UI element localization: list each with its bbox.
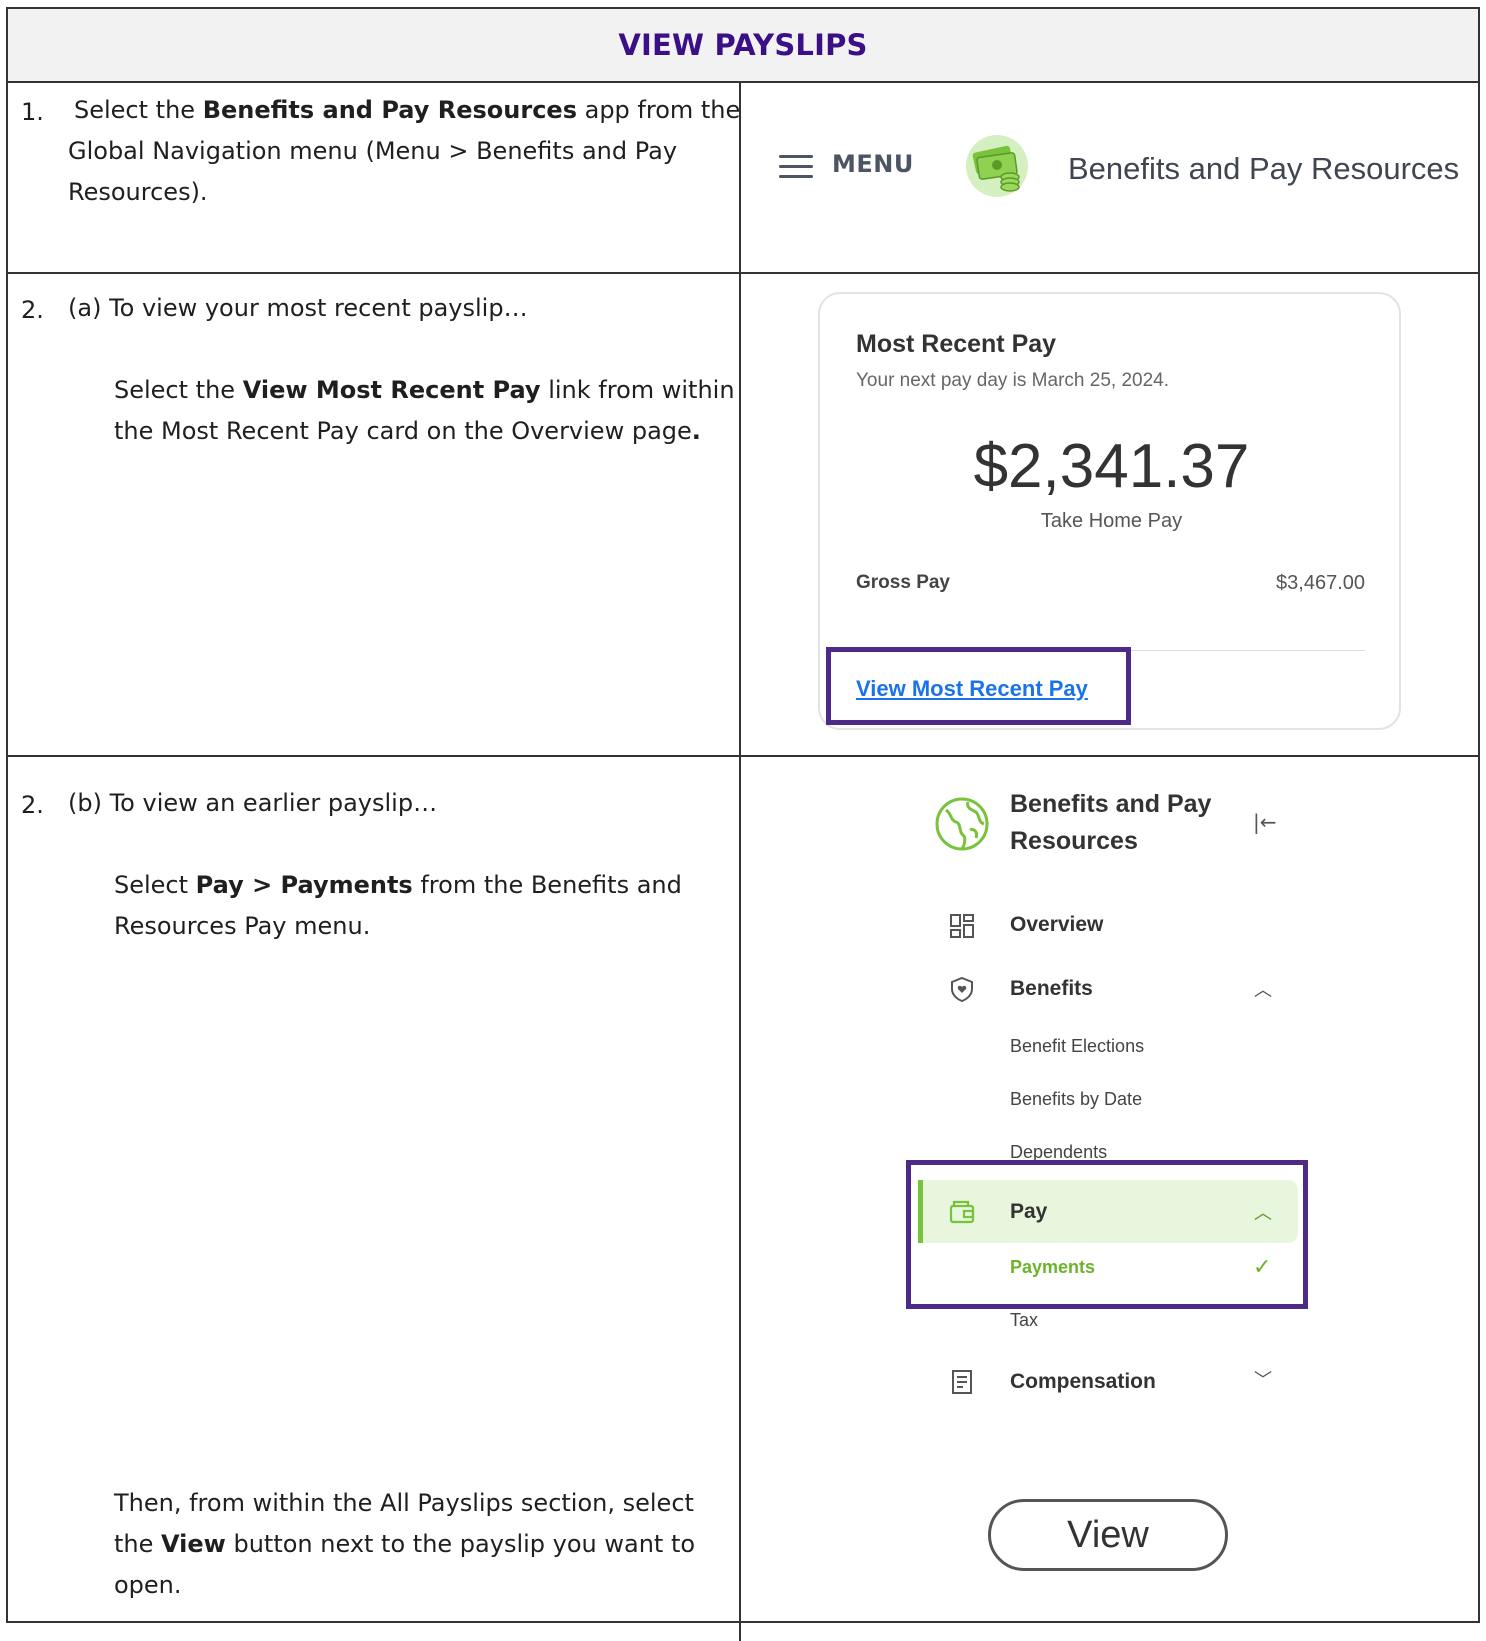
chevron-down-icon[interactable]: ﹀ <box>1254 1366 1272 1392</box>
money-stack-icon <box>966 135 1028 197</box>
step-2a-heading: (a) To view your most recent payslip… <box>68 294 528 322</box>
step-2a-line-2: the Most Recent Pay card on the Overview… <box>114 417 701 445</box>
nav-item-compensation[interactable]: Compensation <box>1010 1370 1156 1394</box>
shield-icon <box>951 976 973 1003</box>
app-title[interactable]: Benefits and Pay Resources <box>1068 151 1459 187</box>
step-2b-then-line-3: open. <box>114 1571 182 1599</box>
gross-pay-value: $3,467.00 <box>1276 572 1365 594</box>
dashboard-icon <box>950 914 974 938</box>
nav-item-benefits[interactable]: Benefits <box>1010 977 1093 1001</box>
title-row: VIEW PAYSLIPS <box>8 9 1478 83</box>
page: VIEW PAYSLIPS 1. Select the Benefits and… <box>0 0 1486 1641</box>
view-button[interactable]: View <box>988 1499 1228 1571</box>
step-1-number: 1. <box>21 98 44 126</box>
step-1-line-3: Resources). <box>68 178 208 206</box>
step-2b-then-line-1: Then, from within the All Payslips secti… <box>114 1489 694 1517</box>
take-home-label: Take Home Pay <box>1040 510 1183 532</box>
step-2a-number: 2. <box>21 296 44 324</box>
card-title: Most Recent Pay <box>856 330 1057 358</box>
collapse-icon[interactable]: |← <box>1253 810 1277 834</box>
globe-icon <box>935 797 989 851</box>
column-divider <box>739 81 741 1641</box>
step-1-line-1: Select the Benefits and Pay Resources ap… <box>74 96 741 124</box>
page-title: VIEW PAYSLIPS <box>618 28 868 62</box>
step-2b-line-1: Select Pay > Payments from the Benefits … <box>114 871 682 899</box>
nav-sub-benefit-elections[interactable]: Benefit Elections <box>1010 1036 1144 1057</box>
step-2b-heading: (b) To view an earlier payslip… <box>68 789 438 817</box>
step-2b-number: 2. <box>21 791 44 819</box>
chevron-up-icon[interactable]: ︿ <box>1254 976 1272 1002</box>
highlight-box-view-link <box>826 647 1131 725</box>
gross-pay-label: Gross Pay <box>856 572 950 593</box>
nav-sub-tax[interactable]: Tax <box>1010 1310 1038 1331</box>
hamburger-icon[interactable] <box>779 155 813 179</box>
highlight-box-pay-payments <box>906 1160 1308 1309</box>
nav-title: Benefits and Pay Resources <box>1010 790 1212 855</box>
step-2a-line-1: Select the View Most Recent Pay link fro… <box>114 376 735 404</box>
step-2b-line-2: Resources Pay menu. <box>114 912 371 940</box>
take-home-amount: $2,341.37 <box>973 432 1250 501</box>
nav-item-overview[interactable]: Overview <box>1010 913 1103 937</box>
step-2b-then-line-2: the View button next to the payslip you … <box>114 1530 696 1558</box>
document-icon <box>952 1370 972 1394</box>
menu-label[interactable]: MENU <box>832 150 914 178</box>
step-1-line-2: Global Navigation menu (Menu > Benefits … <box>68 137 678 165</box>
nav-sub-benefits-by-date[interactable]: Benefits by Date <box>1010 1089 1142 1110</box>
next-pay-day-text: Your next pay day is March 25, 2024. <box>856 370 1169 391</box>
